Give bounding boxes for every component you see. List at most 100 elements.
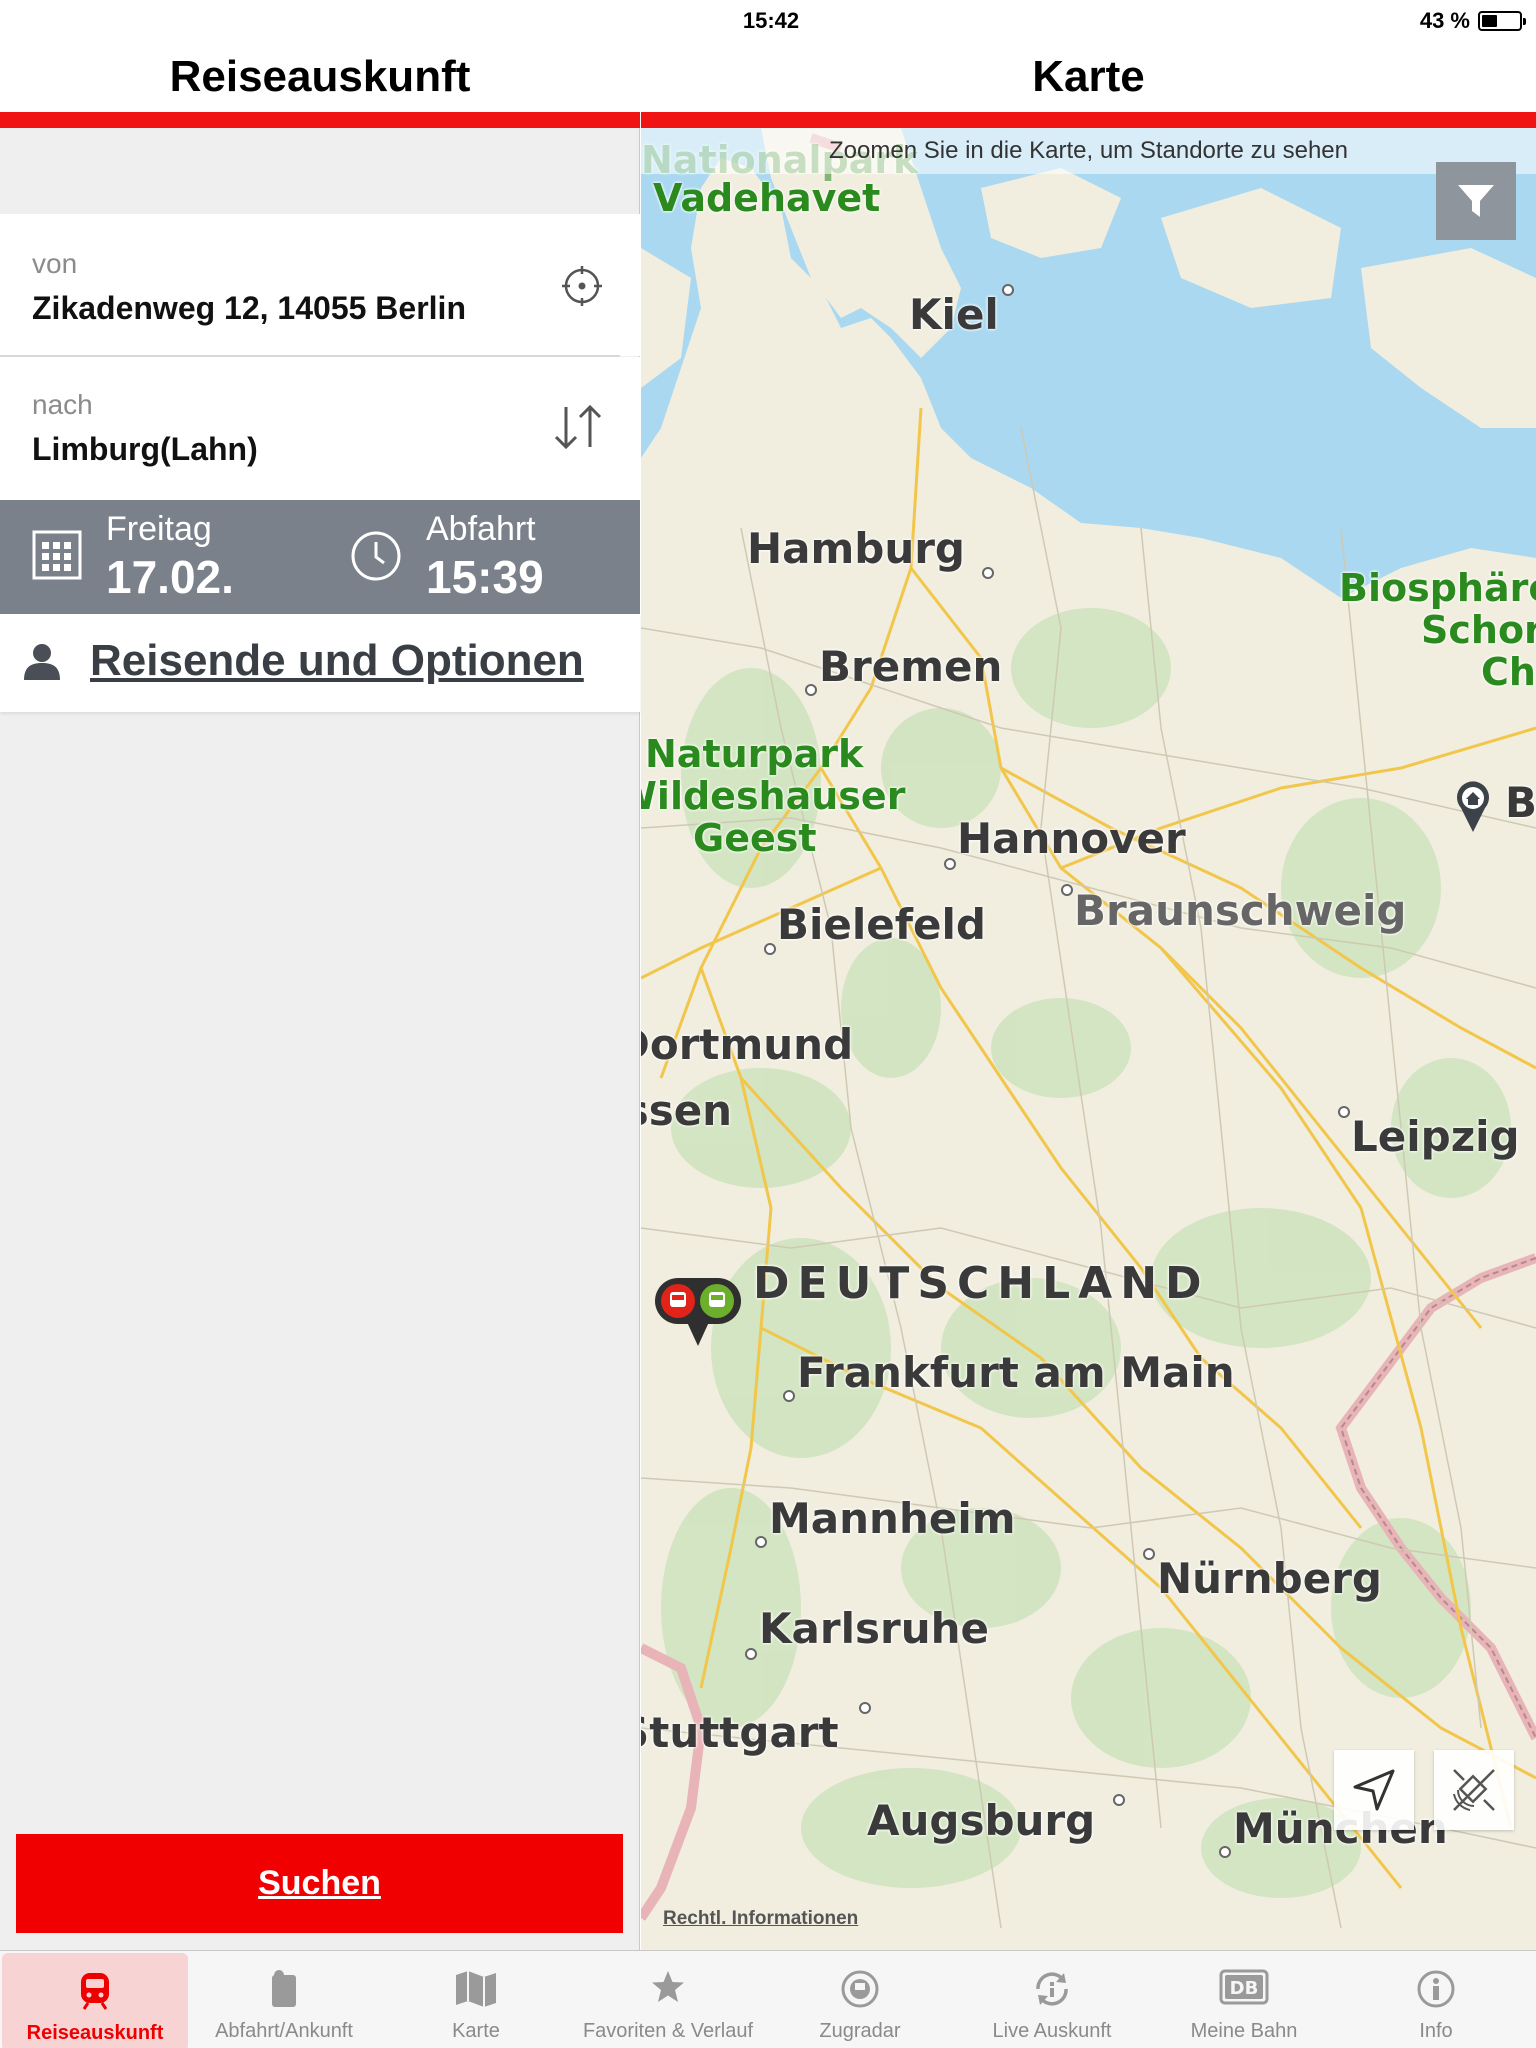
map-label-dortmund: Dortmund bbox=[641, 1020, 854, 1069]
date-day: Freitag bbox=[106, 510, 212, 548]
zoom-hint: Zoomen Sie in die Karte, um Standorte zu… bbox=[641, 128, 1536, 174]
tab-info[interactable]: Info bbox=[1340, 1951, 1532, 2048]
city-marker bbox=[1143, 1548, 1155, 1560]
city-marker bbox=[1061, 884, 1073, 896]
map-label-biosphaere: Biosphäre bbox=[1339, 566, 1536, 610]
map-label-hannover: Hannover bbox=[957, 814, 1186, 863]
location-arrow-icon bbox=[1353, 1769, 1395, 1811]
tab-label: Karte bbox=[452, 2020, 500, 2042]
radar-icon bbox=[841, 1970, 879, 2008]
map-label-augsburg: Augsburg bbox=[867, 1796, 1096, 1845]
train-icon bbox=[81, 1973, 109, 2010]
tab-label: Live Auskunft bbox=[992, 2020, 1112, 2042]
tab-bar: Reiseauskunft Abfahrt/Ankunft Karte Favo… bbox=[0, 1950, 1536, 2048]
map-icon bbox=[456, 1971, 496, 2007]
map-label-braunschweig: Braunschweig bbox=[1074, 886, 1407, 935]
city-marker bbox=[1338, 1106, 1350, 1118]
tab-label: Info bbox=[1419, 2020, 1453, 2042]
map-label-deutschland: DEUTSCHLAND bbox=[753, 1258, 1210, 1309]
locate-icon[interactable] bbox=[560, 264, 604, 308]
map-view[interactable]: Nationalpark Vadehavet Kiel Hamburg Brem… bbox=[641, 128, 1536, 1950]
star-icon bbox=[652, 1971, 684, 2002]
travellers-options-link[interactable]: Reisende und Optionen bbox=[90, 636, 584, 686]
tab-karte[interactable]: Karte bbox=[380, 1951, 572, 2048]
city-marker bbox=[944, 858, 956, 870]
map-label-bremen: Bremen bbox=[819, 642, 1003, 691]
legal-info-link[interactable]: Rechtl. Informationen bbox=[663, 1908, 858, 1930]
map-label-stuttgart: Stuttgart bbox=[641, 1708, 839, 1757]
map-title: Karte bbox=[1032, 52, 1145, 101]
svg-text:DB: DB bbox=[1230, 1978, 1259, 1999]
db-logo-icon: DB bbox=[1219, 1969, 1269, 2005]
to-label: nach bbox=[32, 389, 93, 420]
map-label-essen: Essen bbox=[641, 1086, 733, 1135]
tab-label: Favoriten & Verlauf bbox=[582, 2020, 754, 2042]
info-icon bbox=[1417, 1970, 1455, 2008]
tab-meine-bahn[interactable]: DB Meine Bahn bbox=[1148, 1951, 1340, 2048]
city-marker bbox=[745, 1648, 757, 1660]
city-marker bbox=[1219, 1846, 1231, 1858]
filter-icon bbox=[1458, 185, 1494, 217]
travellers-options-row[interactable]: Reisende und Optionen bbox=[0, 614, 640, 712]
map-label-nuernberg: Nürnberg bbox=[1157, 1554, 1382, 1603]
tab-live-auskunft[interactable]: Live Auskunft bbox=[956, 1951, 1148, 2048]
swap-icon[interactable] bbox=[552, 403, 604, 451]
map-label-frankfurt: Frankfurt am Main bbox=[797, 1348, 1235, 1397]
tab-label: Meine Bahn bbox=[1190, 2020, 1298, 2042]
locate-me-button[interactable] bbox=[1334, 1750, 1414, 1830]
time-label: Abfahrt bbox=[426, 510, 536, 548]
filter-button[interactable] bbox=[1436, 162, 1516, 240]
time-picker[interactable]: Abfahrt 15:39 bbox=[340, 500, 640, 614]
departure-board-icon bbox=[272, 1970, 296, 2007]
map-label-vadehavet: Vadehavet bbox=[653, 176, 881, 220]
map-label-ch: Ch bbox=[1481, 650, 1536, 694]
live-info-icon bbox=[1036, 1972, 1068, 2006]
from-value: Zikadenweg 12, 14055 Berlin bbox=[32, 290, 466, 326]
map-label-karlsruhe: Karlsruhe bbox=[759, 1604, 989, 1653]
city-marker bbox=[764, 943, 776, 955]
to-value: Limburg(Lahn) bbox=[32, 431, 258, 467]
map-panel: Karte Vadehavet Kiel Hamburg Bremen Natu… bbox=[641, 0, 1536, 1950]
tab-abfahrt-ankunft[interactable]: Abfahrt/Ankunft bbox=[188, 1951, 380, 2048]
map-label-leipzig: Leipzig bbox=[1351, 1112, 1520, 1161]
map-label-wildeshauser: Wildeshauser bbox=[641, 774, 906, 818]
city-marker bbox=[1002, 284, 1014, 296]
city-marker bbox=[1113, 1794, 1125, 1806]
map-label-mannheim: Mannheim bbox=[769, 1494, 1016, 1543]
map-label-hamburg: Hamburg bbox=[747, 524, 965, 573]
station-cluster-pin[interactable] bbox=[653, 1276, 743, 1348]
city-marker bbox=[859, 1702, 871, 1714]
from-label: von bbox=[32, 248, 78, 279]
search-button[interactable]: Suchen bbox=[16, 1834, 623, 1933]
to-field[interactable]: nach Limburg(Lahn) bbox=[0, 357, 640, 500]
map-label-naturpark: Naturpark bbox=[645, 732, 864, 776]
title-accent-bar bbox=[0, 112, 640, 128]
calendar-icon bbox=[32, 530, 82, 580]
city-marker bbox=[783, 1390, 795, 1402]
map-label-schor: Schor bbox=[1421, 608, 1536, 652]
date-time-bar: Freitag 17.02. Abfahrt 15:39 bbox=[0, 500, 640, 614]
satellite-icon bbox=[1453, 1769, 1495, 1811]
tab-label: Reiseauskunft bbox=[26, 2022, 164, 2044]
tab-favoriten-verlauf[interactable]: Favoriten & Verlauf bbox=[572, 1951, 764, 2048]
city-marker bbox=[755, 1536, 767, 1548]
journey-planner-panel: Reiseauskunft von Zikadenweg 12, 14055 B… bbox=[0, 0, 640, 1950]
city-marker bbox=[982, 567, 994, 579]
map-label-kiel: Kiel bbox=[909, 290, 999, 339]
map-label-geest: Geest bbox=[693, 816, 817, 860]
date-picker[interactable]: Freitag 17.02. bbox=[0, 500, 320, 614]
map-type-button[interactable] bbox=[1434, 1750, 1514, 1830]
page-title: Reiseauskunft bbox=[169, 52, 471, 101]
date-value: 17.02. bbox=[106, 551, 234, 603]
tab-reiseauskunft[interactable]: Reiseauskunft bbox=[2, 1953, 188, 2048]
map-label-berlin: B bbox=[1505, 778, 1536, 827]
tab-label: Abfahrt/Ankunft bbox=[215, 2020, 353, 2042]
city-marker bbox=[805, 684, 817, 696]
tab-label: Zugradar bbox=[819, 2020, 901, 2042]
tab-zugradar[interactable]: Zugradar bbox=[764, 1951, 956, 2048]
person-icon bbox=[24, 644, 60, 680]
from-field[interactable]: von Zikadenweg 12, 14055 Berlin bbox=[0, 214, 640, 356]
clock-icon bbox=[351, 531, 401, 581]
map-label-bielefeld: Bielefeld bbox=[777, 900, 986, 949]
home-location-pin[interactable] bbox=[1453, 778, 1493, 834]
